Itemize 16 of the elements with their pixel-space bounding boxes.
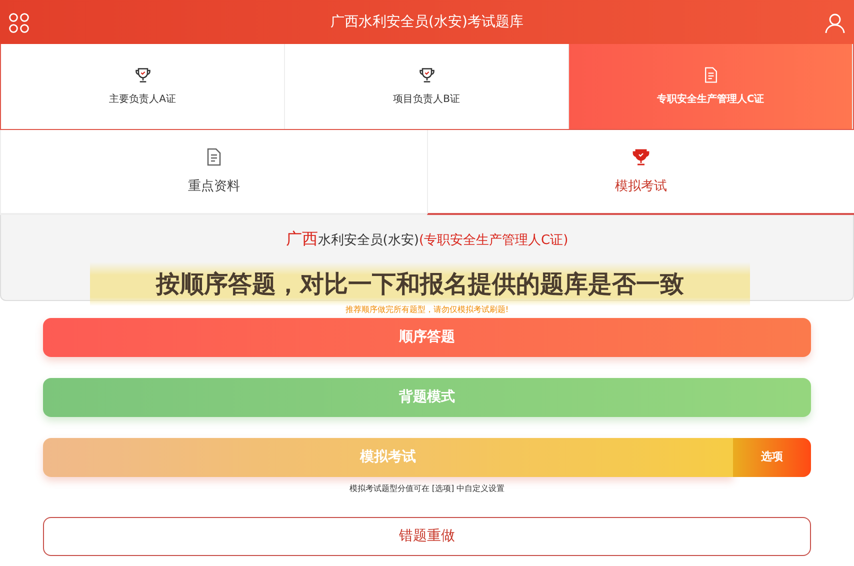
note-text: 模拟考试题型分值可在 [选项] 中自定义设置 — [348, 483, 506, 495]
user-icon[interactable] — [824, 12, 846, 34]
action-button[interactable]: 顺序答题 — [43, 318, 811, 357]
section-tab[interactable]: 模拟考试 — [427, 130, 854, 215]
certificate-tab[interactable]: 专职安全生产管理人C证 — [569, 44, 853, 129]
page-title: 广西水利安全员(水安)考试题库 — [330, 12, 524, 32]
trophy-icon — [134, 66, 152, 84]
annotation-text: 按顺序答题，对比一下和报名提供的题库是否一致 — [90, 262, 750, 306]
section-tab[interactable]: 重点资料 — [0, 130, 427, 215]
trophy-icon — [631, 146, 651, 167]
trophy-icon — [418, 66, 436, 84]
menu-icon[interactable] — [8, 12, 30, 34]
hint-text: 推荐顺序做完所有题型，请勿仅模拟考试刷题! — [344, 305, 510, 315]
action-button[interactable]: 错题重做 — [43, 517, 811, 556]
exam-title: 广西水利安全员(水安)(专职安全生产管理人C证) — [284, 228, 570, 250]
options-button[interactable]: 选项 — [732, 438, 811, 477]
